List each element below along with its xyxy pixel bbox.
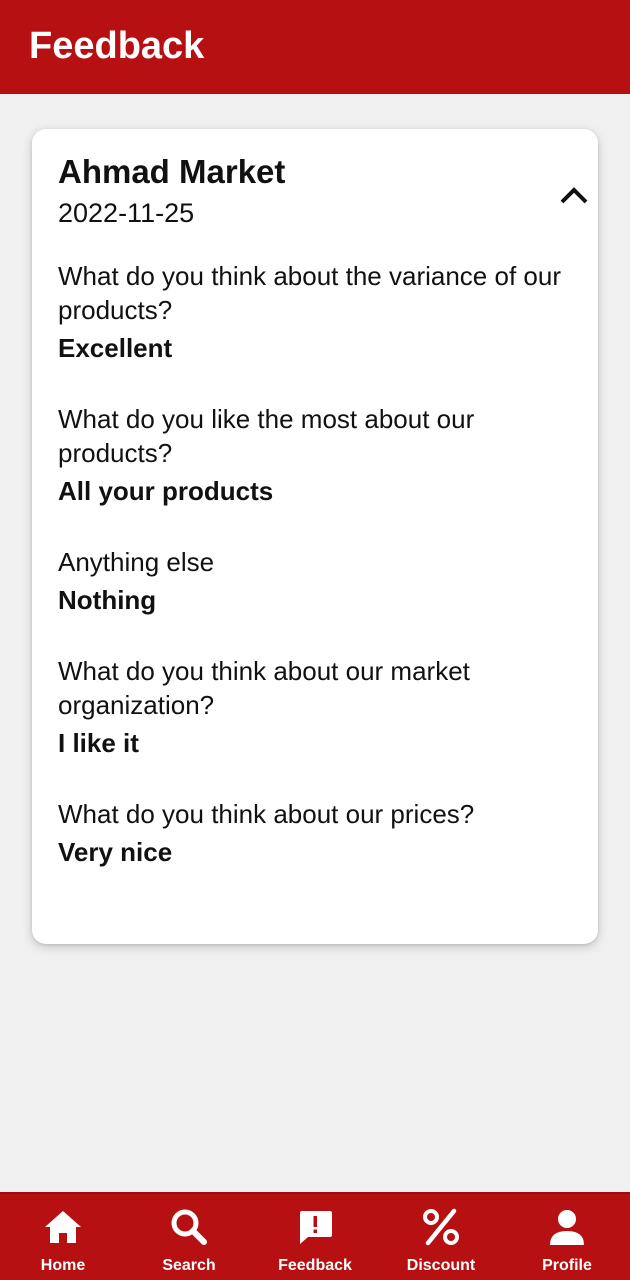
feedback-card-header[interactable]: Ahmad Market 2022-11-25 (58, 151, 588, 231)
nav-label: Home (40, 1257, 86, 1274)
main-content: Ahmad Market 2022-11-25 What do you thin… (0, 94, 630, 1192)
qa-item: Anything else Nothing (58, 545, 578, 618)
question-text: What do you think about our market organ… (58, 656, 470, 720)
qa-item: What do you like the most about our prod… (58, 402, 578, 509)
feedback-date: 2022-11-25 (58, 198, 195, 228)
nav-item-home[interactable]: Home (0, 1194, 126, 1280)
question-text: Anything else (58, 547, 215, 577)
qa-item: What do you think about our prices? Very… (58, 797, 578, 870)
bottom-navigation: Home Search Feedback Discount Profile (0, 1192, 630, 1280)
app-bar: Feedback (0, 0, 630, 94)
nav-label: Feedback (278, 1257, 352, 1274)
question-text: What do you think about the variance of … (58, 261, 561, 325)
search-icon (168, 1206, 210, 1248)
question-text: What do you think about our prices? (58, 799, 475, 829)
question-text: What do you like the most about our prod… (58, 404, 475, 468)
feedback-card: Ahmad Market 2022-11-25 What do you thin… (32, 129, 598, 944)
answer-text: Very nice (58, 837, 173, 867)
nav-label: Discount (406, 1257, 476, 1274)
nav-item-discount[interactable]: Discount (378, 1194, 504, 1280)
nav-label: Profile (542, 1257, 592, 1274)
home-icon (42, 1206, 84, 1248)
answer-text: Excellent (58, 333, 173, 363)
market-name: Ahmad Market (58, 153, 286, 190)
answer-text: I like it (58, 728, 139, 758)
answer-text: Nothing (58, 585, 157, 615)
answer-text: All your products (58, 476, 274, 506)
qa-item: What do you think about the variance of … (58, 259, 578, 366)
percent-icon (420, 1206, 462, 1248)
chevron-up-icon (560, 187, 588, 204)
nav-item-profile[interactable]: Profile (504, 1194, 630, 1280)
collapse-toggle-button[interactable] (548, 169, 600, 221)
nav-item-search[interactable]: Search (126, 1194, 252, 1280)
qa-item: What do you think about our market organ… (58, 654, 578, 761)
nav-item-feedback[interactable]: Feedback (252, 1194, 378, 1280)
feedback-qa-list: What do you think about the variance of … (58, 259, 578, 906)
page-title: Feedback (29, 25, 205, 67)
nav-label: Search (162, 1257, 216, 1274)
person-icon (546, 1206, 588, 1248)
feedback-icon (294, 1206, 336, 1248)
